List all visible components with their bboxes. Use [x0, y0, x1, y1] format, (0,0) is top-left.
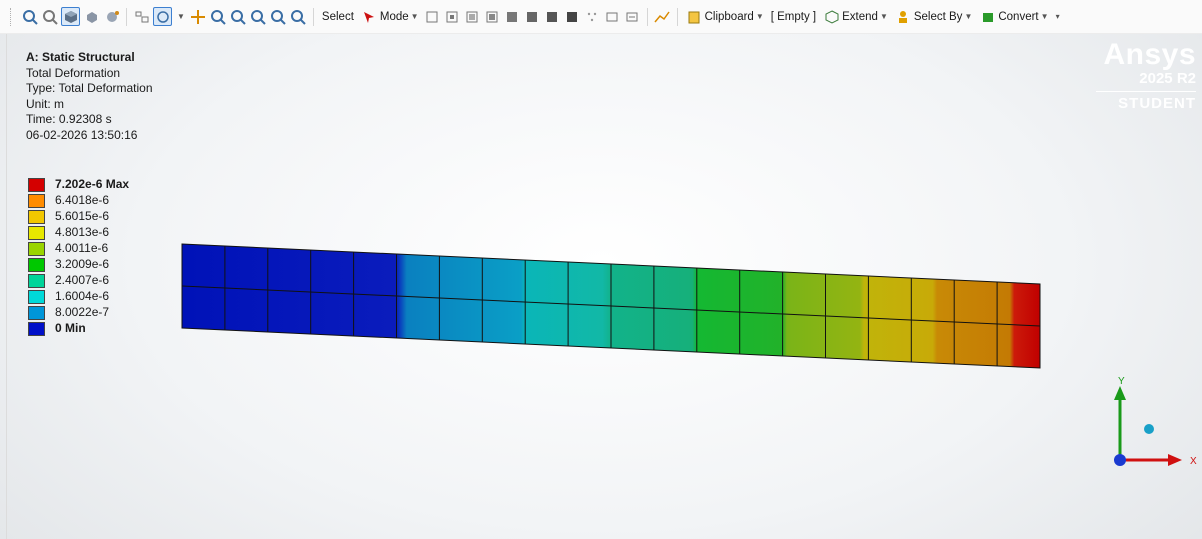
graphics-toolbar: ▼ Select Mode ▼ Clipboard ▼ [ Empty ] Exte… — [0, 0, 1202, 34]
mesh-select-icon[interactable] — [564, 8, 581, 25]
toolbar-grip[interactable] — [10, 7, 14, 26]
element-select-icon[interactable] — [544, 8, 561, 25]
select-mode-button[interactable]: Mode ▼ — [359, 8, 421, 25]
triad-y-label: Y — [1118, 376, 1125, 387]
magnifier-icon[interactable] — [270, 8, 287, 25]
edge-display-icon[interactable] — [133, 8, 150, 25]
label-icon[interactable] — [604, 8, 621, 25]
beam-model[interactable] — [0, 34, 1202, 539]
select-button[interactable]: Select — [320, 11, 356, 23]
coordinate-triad: Y X — [1114, 376, 1197, 467]
zoom-to-fit-icon[interactable] — [250, 8, 267, 25]
node-select-icon[interactable] — [504, 8, 521, 25]
chart-icon[interactable] — [654, 8, 671, 25]
dots-icon[interactable] — [584, 8, 601, 25]
rotate-dropdown[interactable]: ▼ — [175, 12, 187, 21]
edge-select-icon[interactable] — [444, 8, 461, 25]
wireframe-icon[interactable] — [103, 8, 120, 25]
face-select-icon[interactable] — [464, 8, 481, 25]
empty-label: [ Empty ] — [770, 10, 817, 23]
zoom-in-icon[interactable] — [21, 8, 38, 25]
select-by-label: Select By — [913, 10, 963, 23]
toolbar-separator — [646, 7, 648, 26]
person-icon — [895, 8, 912, 25]
previous-view-icon[interactable] — [290, 8, 307, 25]
beam-mesh — [181, 243, 1041, 369]
rotate-icon[interactable] — [153, 7, 172, 26]
select-label: Select — [321, 10, 354, 23]
isometric-view-icon[interactable] — [61, 7, 80, 26]
vertex-select-icon[interactable] — [424, 8, 441, 25]
zoom-icon[interactable] — [210, 8, 227, 25]
select-by-button[interactable]: Select By ▼ — [893, 8, 975, 25]
extend-icon — [823, 8, 840, 25]
zoom-out-icon[interactable] — [41, 8, 58, 25]
extend-button[interactable]: Extend ▼ — [821, 8, 890, 25]
triad-x-label: X — [1190, 456, 1197, 467]
toolbar-overflow[interactable]: ▾ — [1054, 12, 1062, 21]
convert-button[interactable]: Convert ▼ — [977, 8, 1050, 25]
clipboard-button[interactable]: Clipboard ▼ — [684, 8, 766, 25]
graphics-viewport[interactable]: A: Static Structural Total Deformation T… — [0, 34, 1202, 539]
empty-indicator: [ Empty ] — [769, 11, 818, 23]
box-zoom-icon[interactable] — [230, 8, 247, 25]
pan-icon[interactable] — [190, 8, 207, 25]
convert-icon — [979, 8, 996, 25]
extend-label: Extend — [842, 10, 878, 23]
element-face-select-icon[interactable] — [524, 8, 541, 25]
clipboard-label: Clipboard — [704, 10, 754, 23]
clipboard-icon — [686, 8, 703, 25]
mode-label: Mode — [379, 10, 409, 23]
body-select-icon[interactable] — [484, 8, 501, 25]
toolbar-separator — [312, 7, 314, 26]
toolbar-separator — [126, 7, 127, 26]
toolbar-separator — [676, 7, 678, 26]
convert-label: Convert — [998, 10, 1039, 23]
annotation-icon[interactable] — [624, 8, 641, 25]
shaded-view-icon[interactable] — [83, 8, 100, 25]
cursor-icon — [361, 8, 378, 25]
